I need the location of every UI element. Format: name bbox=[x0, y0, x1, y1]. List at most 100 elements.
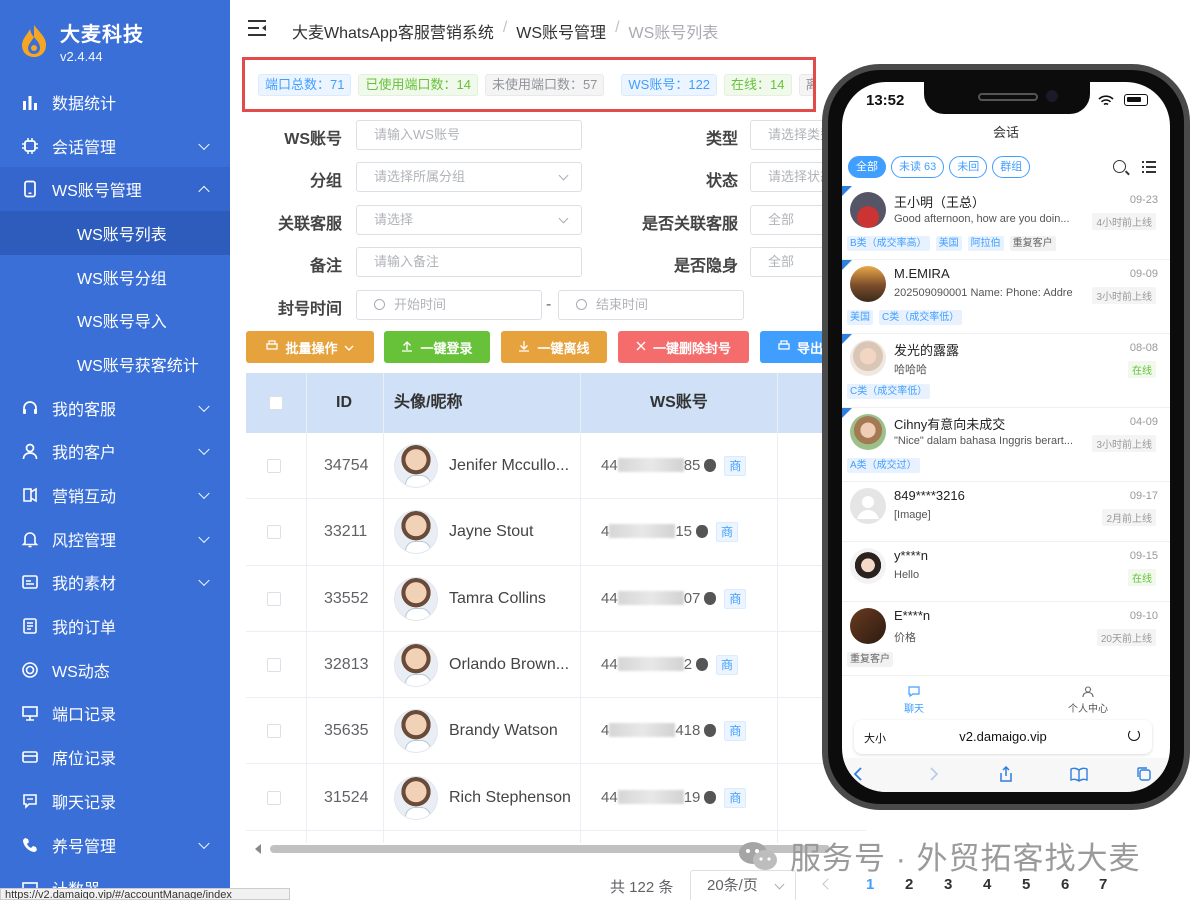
reload-icon[interactable] bbox=[1128, 729, 1140, 741]
sidebar-subitem-ws-group[interactable]: WS账号分组 bbox=[0, 255, 230, 299]
sidebar-subitem-ws-list[interactable]: WS账号列表 bbox=[0, 211, 230, 255]
bookmarks-icon[interactable] bbox=[1070, 766, 1088, 782]
forward-icon[interactable] bbox=[926, 766, 942, 782]
start-time-input[interactable]: 开始时间 bbox=[356, 290, 542, 320]
bell-icon bbox=[20, 529, 40, 549]
group-select[interactable]: 请选择所属分组 bbox=[356, 162, 582, 192]
tab-unreplied[interactable]: 未回 bbox=[949, 156, 988, 178]
chat-list-item[interactable]: 849****3216 09-17 [Image] 2月前上线 bbox=[842, 482, 1170, 542]
list-menu-icon[interactable] bbox=[1142, 161, 1156, 173]
row-checkbox[interactable] bbox=[267, 525, 281, 540]
page-number[interactable]: 1 bbox=[866, 876, 874, 893]
chat-list-item[interactable]: 王小明（王总） 09-23 Good afternoon, how are yo… bbox=[842, 186, 1170, 260]
page-number[interactable]: 6 bbox=[1061, 876, 1069, 893]
sidebar-item-stats[interactable]: 数据统计 bbox=[0, 80, 230, 124]
sidebar-item-my-agents[interactable]: 我的客服 bbox=[0, 386, 230, 430]
table-row[interactable]: 32813 Orlando Brown... 44 2 商 bbox=[246, 632, 866, 699]
stat-port-used: 已使用端口数：14 bbox=[358, 73, 478, 96]
page-size-value: 20条/页 bbox=[707, 877, 758, 894]
pin-corner bbox=[842, 408, 852, 418]
menu-fold-icon[interactable] bbox=[248, 20, 266, 36]
phone-mockup: 13:52 会话 全部 未读 63 未回 群组 王小明（王总） 09-23 Go… bbox=[822, 64, 1190, 810]
page-number[interactable]: 4 bbox=[983, 876, 991, 893]
end-time-input[interactable]: 结束时间 bbox=[558, 290, 744, 320]
select-all-checkbox[interactable] bbox=[269, 396, 283, 410]
row-checkbox[interactable] bbox=[267, 724, 281, 739]
avatar bbox=[850, 266, 886, 302]
tab-groups[interactable]: 群组 bbox=[992, 156, 1031, 178]
sidebar-item-ws-accounts[interactable]: WS账号管理 bbox=[0, 167, 230, 212]
batch-action-button[interactable]: 批量操作 bbox=[246, 331, 374, 363]
breadcrumb-root[interactable]: 大麦WhatsApp客服营销系统 bbox=[292, 19, 494, 43]
sidebar-item-label: 养号管理 bbox=[52, 838, 117, 856]
row-nickname: Jenifer Mccullo... bbox=[449, 457, 570, 474]
sidebar-item-risk[interactable]: 风控管理 bbox=[0, 517, 230, 561]
one-click-login-button[interactable]: 一键登录 bbox=[384, 331, 490, 363]
range-separator: - bbox=[546, 296, 552, 313]
page-number[interactable]: 3 bbox=[944, 876, 952, 893]
chat-labels: 重复客户 bbox=[847, 652, 899, 667]
chip-icon bbox=[20, 136, 40, 156]
sidebar-item-materials[interactable]: 我的素材 bbox=[0, 561, 230, 605]
sidebar-item-orders[interactable]: 我的订单 bbox=[0, 604, 230, 648]
chat-list-item[interactable]: E****n 09-10 价格 20天前上线 重复客户 bbox=[842, 602, 1170, 676]
page-number[interactable]: 5 bbox=[1022, 876, 1030, 893]
redacted-mask bbox=[617, 656, 684, 671]
speaker-icon bbox=[978, 93, 1038, 101]
sidebar-item-chat-log[interactable]: 聊天记录 bbox=[0, 779, 230, 823]
back-icon[interactable] bbox=[850, 766, 866, 782]
sidebar-subitem-ws-import[interactable]: WS账号导入 bbox=[0, 298, 230, 342]
row-checkbox[interactable] bbox=[267, 657, 281, 672]
delete-banned-button[interactable]: 一键删除封号 bbox=[618, 331, 749, 363]
row-checkbox[interactable] bbox=[267, 591, 281, 606]
sidebar-subitem-ws-stats[interactable]: WS账号获客统计 bbox=[0, 342, 230, 386]
avatar bbox=[394, 444, 438, 488]
prev-page-icon[interactable] bbox=[822, 878, 834, 890]
nav-profile[interactable]: 个人中心 bbox=[1058, 686, 1118, 715]
row-checkbox[interactable] bbox=[267, 459, 281, 473]
table-row[interactable]: 35635 Brandy Watson 4 418 商 bbox=[246, 698, 866, 765]
chevron-up-icon bbox=[198, 185, 210, 198]
chat-name: 849****3216 bbox=[894, 488, 965, 503]
tab-unread[interactable]: 未读 63 bbox=[891, 156, 945, 178]
nav-chat[interactable]: 聊天 bbox=[884, 686, 944, 715]
chat-list-item[interactable]: M.EMIRA 09-09 202509090001 Name: Phone: … bbox=[842, 260, 1170, 334]
safari-address-bar[interactable]: 大小 v2.damaigo.vip bbox=[854, 720, 1152, 754]
tab-all[interactable]: 全部 bbox=[848, 156, 886, 178]
tabs-icon[interactable] bbox=[1136, 766, 1152, 782]
table-row[interactable]: 34754 Jenifer Mccullo... 44 85 商 bbox=[246, 433, 866, 500]
default-avatar-icon bbox=[850, 488, 886, 524]
remark-input[interactable]: 请输入备注 bbox=[356, 247, 582, 277]
sidebar-item-port-log[interactable]: 端口记录 bbox=[0, 692, 230, 736]
sidebar-item-ws-moments[interactable]: WS动态 bbox=[0, 648, 230, 692]
user-icon bbox=[20, 441, 40, 461]
sidebar-item-my-customers[interactable]: 我的客户 bbox=[0, 430, 230, 474]
avatar bbox=[850, 548, 886, 584]
page-number[interactable]: 7 bbox=[1099, 876, 1107, 893]
ws-number-prefix: 4 bbox=[601, 722, 610, 740]
table-row[interactable]: 33552 Tamra Collins 44 07 商 bbox=[246, 566, 866, 632]
chat-status: 2月前上线 bbox=[1102, 509, 1156, 526]
ws-account-input[interactable]: 请输入WS账号 bbox=[356, 120, 582, 150]
chat-list-item[interactable]: 发光的露露 08-08 哈哈哈 在线 C类（成交率低） bbox=[842, 334, 1170, 408]
chat-list-item[interactable]: Cihny有意向未成交 04-09 "Nice" dalam bahasa In… bbox=[842, 408, 1170, 482]
table-row[interactable]: 31524 Rich Stephenson 44 19 商 bbox=[246, 765, 866, 831]
search-icon[interactable] bbox=[1113, 160, 1126, 173]
page-number[interactable]: 2 bbox=[905, 876, 913, 893]
sidebar-item-sessions[interactable]: 会话管理 bbox=[0, 124, 230, 168]
chat-list-item[interactable]: y****n 09-15 Hello 在线 bbox=[842, 542, 1170, 602]
one-click-offline-button[interactable]: 一键离线 bbox=[501, 331, 607, 363]
sidebar-item-marketing[interactable]: 营销互动 bbox=[0, 473, 230, 517]
agent-select[interactable]: 请选择 bbox=[356, 205, 582, 235]
sidebar-item-label: 风控管理 bbox=[52, 532, 117, 550]
sidebar-item-seat-log[interactable]: 席位记录 bbox=[0, 735, 230, 779]
printer-icon bbox=[778, 339, 790, 355]
share-icon[interactable] bbox=[998, 765, 1014, 782]
sidebar-item-nurture[interactable]: 养号管理 bbox=[0, 823, 230, 867]
breadcrumb-mid[interactable]: WS账号管理 bbox=[516, 19, 606, 43]
status-icons bbox=[1098, 94, 1148, 106]
scroll-left-arrow-icon[interactable] bbox=[255, 844, 261, 854]
column-header-id: ID bbox=[336, 394, 352, 411]
table-row[interactable]: 33211 Jayne Stout 4 15 商 bbox=[246, 499, 866, 566]
row-checkbox[interactable] bbox=[267, 790, 281, 805]
